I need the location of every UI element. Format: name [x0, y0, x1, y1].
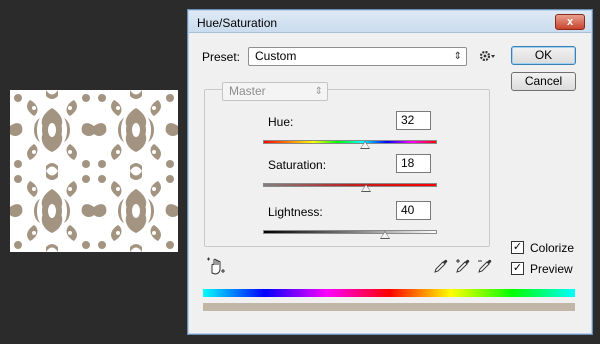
input-spectrum-bar	[203, 289, 575, 297]
chevron-updown-icon: ⇕	[314, 86, 323, 97]
lightness-slider[interactable]	[263, 230, 437, 234]
hue-saturation-dialog: Hue/Saturation x Preset: Custom ⇕ OK Can…	[187, 9, 593, 335]
adjustment-group	[204, 89, 490, 247]
preview-checkbox[interactable]: ✓	[511, 262, 524, 275]
dialog-title: Hue/Saturation	[197, 16, 278, 30]
title-bar[interactable]: Hue/Saturation x	[189, 11, 591, 33]
channel-value: Master	[229, 84, 266, 98]
close-button[interactable]: x	[555, 14, 585, 30]
hue-input[interactable]: 32	[396, 111, 431, 130]
ok-button[interactable]: OK	[511, 46, 576, 65]
colorize-checkbox[interactable]: ✓	[511, 241, 524, 254]
lightness-input[interactable]: 40	[396, 201, 431, 220]
saturation-slider[interactable]	[263, 183, 437, 187]
eyedropper-icon[interactable]	[433, 258, 449, 274]
preset-dropdown[interactable]: Custom ⇕	[248, 47, 467, 66]
eyedropper-minus-icon[interactable]	[477, 258, 493, 274]
channel-dropdown[interactable]: Master ⇕	[222, 82, 328, 101]
hue-slider[interactable]	[263, 140, 437, 144]
preview-label: Preview	[530, 262, 573, 276]
hue-label: Hue:	[268, 115, 294, 129]
lightness-label: Lightness:	[268, 205, 323, 219]
saturation-label: Saturation:	[268, 158, 327, 172]
lightness-slider-thumb[interactable]	[379, 231, 390, 239]
eyedropper-plus-icon[interactable]	[455, 258, 471, 274]
chevron-updown-icon: ⇕	[453, 51, 462, 62]
preset-value: Custom	[255, 49, 297, 63]
damask-pattern	[10, 90, 178, 252]
cancel-button[interactable]: Cancel	[511, 72, 576, 91]
damask-image	[10, 90, 178, 252]
hand-adjust-icon[interactable]	[206, 256, 226, 276]
output-spectrum-bar	[203, 303, 575, 311]
checkmark-icon: ✓	[512, 241, 523, 253]
dialog-body: Preset: Custom ⇕ OK Cancel Master ⇕ Hue:…	[193, 38, 587, 329]
gear-icon[interactable]	[478, 48, 496, 64]
hue-slider-thumb[interactable]	[360, 141, 371, 149]
preset-label: Preset:	[202, 50, 241, 64]
saturation-slider-thumb[interactable]	[360, 184, 371, 192]
checkmark-icon: ✓	[512, 262, 523, 274]
saturation-input[interactable]: 18	[396, 154, 431, 173]
colorize-label: Colorize	[530, 241, 575, 255]
